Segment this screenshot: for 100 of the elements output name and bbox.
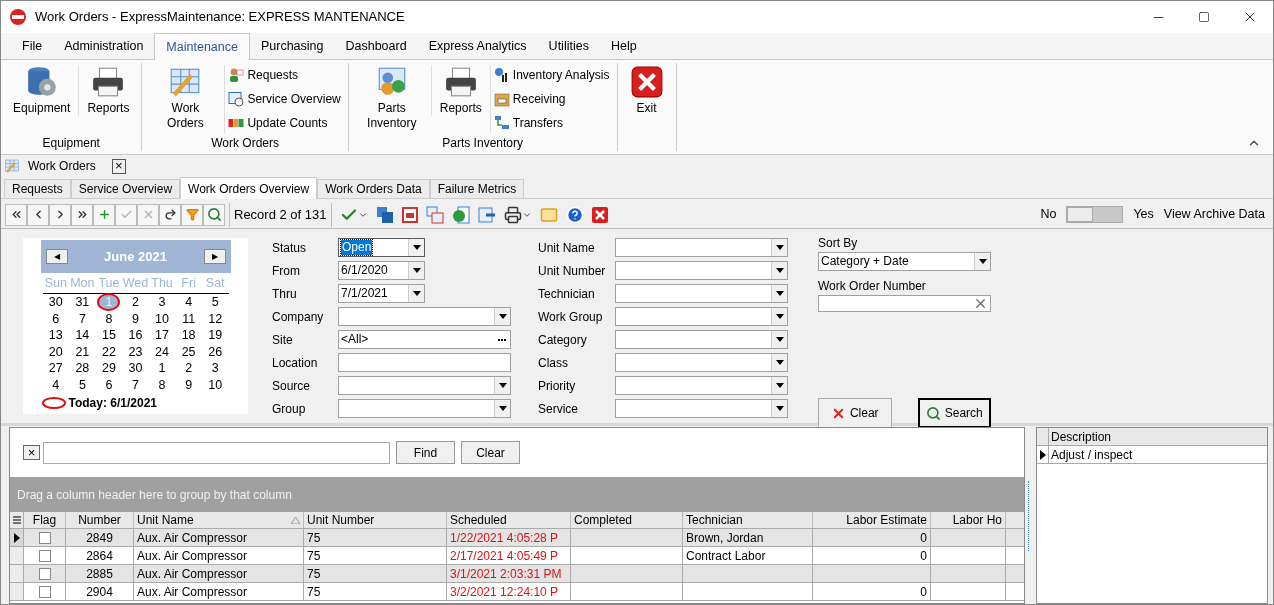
calendar-day[interactable]: 29 <box>99 361 118 375</box>
calendar-day[interactable]: 26 <box>206 344 225 359</box>
calendar-day[interactable]: 2 <box>130 295 141 309</box>
calendar-day[interactable]: 27 <box>46 361 65 375</box>
dropdown-field[interactable] <box>615 330 788 349</box>
text-field[interactable] <box>338 353 511 372</box>
dropdown-field[interactable] <box>615 376 788 395</box>
find-bar-button[interactable]: Find <box>396 441 455 464</box>
flag-checkbox[interactable] <box>38 585 51 598</box>
ribbon-button[interactable]: Service Overview <box>228 89 341 109</box>
flag-checkbox[interactable] <box>38 567 51 580</box>
calendar-day[interactable]: 5 <box>76 377 88 392</box>
calendar-day[interactable]: 21 <box>73 344 92 359</box>
column-header[interactable]: Flag <box>24 512 66 528</box>
dropdown-field[interactable] <box>615 399 788 418</box>
ribbon-button[interactable]: Receiving <box>493 89 610 109</box>
close-find-button[interactable]: × <box>23 445 40 460</box>
calendar-day[interactable]: 18 <box>179 328 198 342</box>
dropdown-field[interactable] <box>615 353 788 372</box>
menu-tab[interactable]: Utilities <box>537 33 600 59</box>
work-order-number-field[interactable] <box>818 295 991 312</box>
toolbar-button[interactable] <box>49 203 71 226</box>
calendar-day[interactable]: 4 <box>183 295 195 309</box>
calendar-day[interactable]: 10 <box>206 377 225 392</box>
toolbar-button[interactable] <box>159 203 181 226</box>
column-header[interactable]: Number <box>66 512 134 528</box>
ribbon-button[interactable]: Transfers <box>493 113 610 133</box>
calendar-day[interactable]: 19 <box>206 328 225 342</box>
flag-checkbox[interactable] <box>38 549 51 562</box>
calendar-day[interactable]: 3 <box>209 361 221 375</box>
ribbon-button[interactable]: Equipment <box>5 65 79 116</box>
tab[interactable]: Work Orders Overview <box>180 177 318 199</box>
ribbon-button[interactable]: Requests <box>228 65 341 85</box>
row-indicator[interactable] <box>10 529 24 546</box>
menu-tab[interactable]: File <box>11 33 54 59</box>
calendar-day[interactable]: 31 <box>73 295 92 309</box>
calendar-day[interactable]: 8 <box>156 377 168 392</box>
close-tab-button[interactable]: × <box>111 158 126 174</box>
column-header[interactable]: Completed <box>571 512 683 528</box>
tab[interactable]: Work Orders Data <box>317 179 430 198</box>
ribbon-button[interactable]: Reports <box>430 65 490 116</box>
dropdown-field[interactable] <box>615 238 788 257</box>
menu-tab[interactable]: Express Analytics <box>417 33 538 59</box>
tab[interactable]: Service Overview <box>70 179 181 198</box>
dropdown-field[interactable]: 7/1/2021 <box>338 284 425 303</box>
menu-tab[interactable]: Administration <box>53 33 155 59</box>
dropdown-field[interactable] <box>615 284 788 303</box>
calendar-day[interactable]: 6 <box>50 311 62 326</box>
splitter-handle[interactable] <box>1027 480 1032 551</box>
dropdown-field[interactable]: 6/1/2020 <box>338 261 425 280</box>
dropdown-field[interactable] <box>615 261 788 280</box>
dropdown-field[interactable]: <All> <box>338 330 511 349</box>
column-header[interactable]: Technician <box>683 512 813 528</box>
calendar-day[interactable]: 10 <box>153 311 171 326</box>
clear-button[interactable]: Clear <box>818 398 892 428</box>
ribbon-button[interactable]: Reports <box>78 65 138 116</box>
dropdown-field[interactable] <box>338 307 511 326</box>
calendar-day[interactable]: 28 <box>73 361 92 375</box>
menu-tab[interactable]: Help <box>599 33 648 59</box>
previous-month-button[interactable]: ◀ <box>45 249 68 264</box>
find-bar-button[interactable]: Clear <box>461 441 520 464</box>
calendar-day[interactable]: 13 <box>46 328 65 342</box>
column-header[interactable]: Labor Ho <box>931 512 1006 528</box>
toolbar-button[interactable] <box>71 203 93 226</box>
calendar-day[interactable]: 7 <box>76 311 88 326</box>
calendar-day[interactable]: 4 <box>50 377 62 392</box>
calendar-day[interactable]: 14 <box>73 328 92 342</box>
calendar-day[interactable]: 22 <box>99 344 118 359</box>
calendar-day[interactable]: 9 <box>130 311 141 326</box>
toolbar-button[interactable] <box>203 203 225 226</box>
ribbon-button[interactable]: Inventory Analysis <box>493 65 610 85</box>
menu-tab[interactable]: Dashboard <box>334 33 418 59</box>
column-header[interactable]: Scheduled <box>447 512 571 528</box>
tab[interactable]: Failure Metrics <box>429 179 525 198</box>
column-header[interactable]: Unit Number <box>304 512 447 528</box>
ribbon-button[interactable]: Update Counts <box>228 113 341 133</box>
ribbon-button[interactable]: Parts Inventory <box>352 65 431 131</box>
calendar-day[interactable]: 17 <box>153 328 171 342</box>
today-label[interactable]: Today: 6/1/2021 <box>68 393 157 412</box>
calendar-day[interactable]: 30 <box>126 361 145 375</box>
calendar-day[interactable]: 8 <box>103 311 115 326</box>
search-button[interactable]: Search <box>917 398 991 428</box>
calendar-day[interactable]: 30 <box>46 295 65 309</box>
dropdown-field[interactable] <box>338 399 511 418</box>
dropdown-field[interactable] <box>338 376 511 395</box>
calendar-day[interactable]: 15 <box>99 328 118 342</box>
menu-tab[interactable]: Purchasing <box>249 33 335 59</box>
calendar-day[interactable]: 1 <box>156 361 168 375</box>
dropdown-field[interactable]: Open <box>338 238 425 257</box>
calendar-day[interactable]: 23 <box>126 344 145 359</box>
column-chooser-icon[interactable] <box>10 512 24 528</box>
calendar-day[interactable]: 7 <box>130 377 141 392</box>
calendar-day[interactable]: 5 <box>209 295 221 309</box>
calendar-day[interactable]: 25 <box>179 344 198 359</box>
calendar-day[interactable]: 11 <box>180 311 198 326</box>
calendar-day[interactable]: 24 <box>153 344 171 359</box>
calendar-day[interactable]: 12 <box>206 311 225 326</box>
ribbon-button[interactable]: Work Orders <box>146 65 225 131</box>
toolbar-button[interactable] <box>27 203 49 226</box>
flag-checkbox[interactable] <box>38 531 51 544</box>
